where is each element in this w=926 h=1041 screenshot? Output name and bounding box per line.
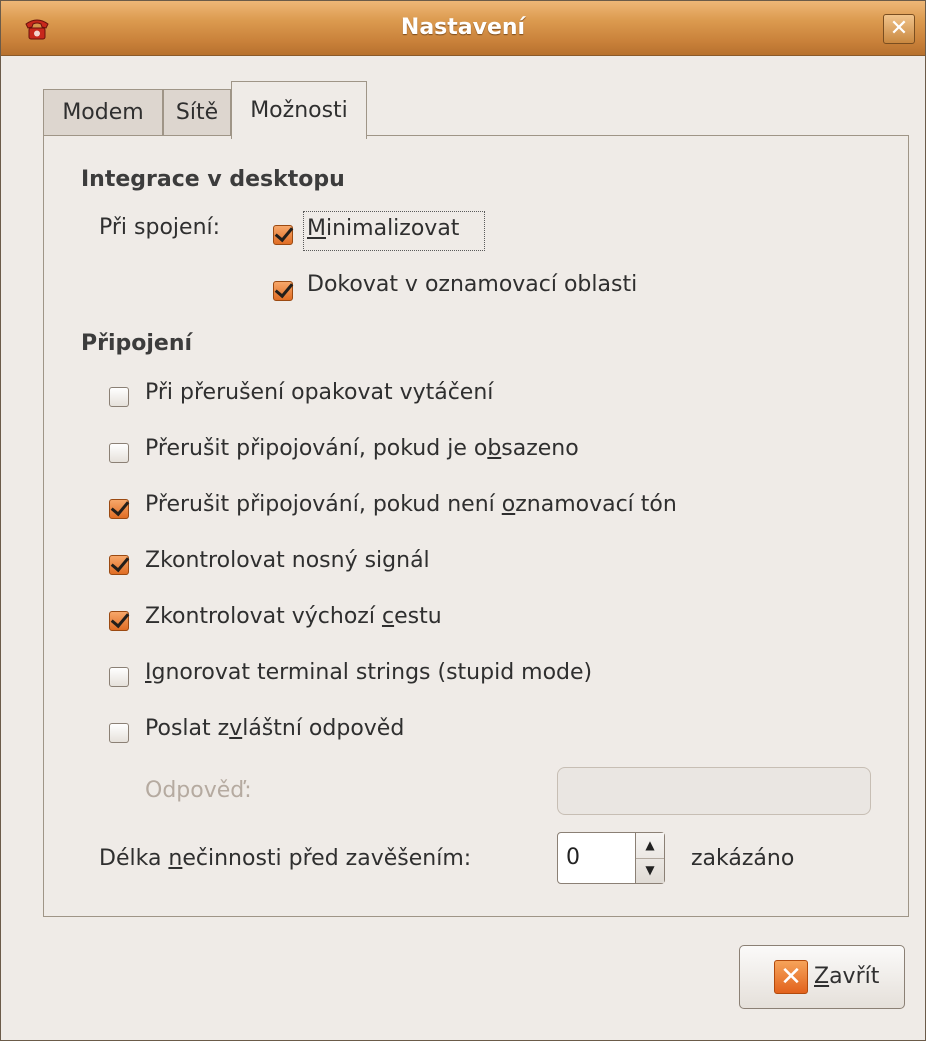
abort-busy-label[interactable]: Přerušit připojování, pokud je obsazeno [145, 436, 579, 461]
spin-down-arrow-icon[interactable]: ▼ [636, 858, 664, 883]
spinner-buttons: ▲ ▼ [635, 833, 664, 883]
spin-up-arrow-icon[interactable]: ▲ [636, 833, 664, 859]
desktop-integration-heading: Integrace v desktopu [81, 167, 345, 192]
on-connect-label: Při spojení: [99, 215, 221, 240]
dock-checkbox[interactable] [273, 281, 293, 301]
check-carrier-checkbox[interactable] [109, 555, 129, 575]
tab-moznosti[interactable]: Možnosti [231, 81, 367, 139]
close-button-label: Zavřít [814, 964, 880, 989]
window-close-button[interactable]: ✕ [883, 14, 915, 44]
minimize-label[interactable]: Minimalizovat [307, 216, 459, 241]
close-button[interactable]: ✕ Zavřít [739, 945, 905, 1009]
close-x-icon: ✕ [774, 960, 808, 994]
window-title: Nastavení [400, 15, 526, 40]
answer-input[interactable] [557, 767, 871, 815]
stupid-mode-checkbox[interactable] [109, 667, 129, 687]
abort-no-dialtone-label[interactable]: Přerušit připojování, pokud není oznamov… [145, 492, 677, 517]
special-answer-label[interactable]: Poslat zvláštní odpověd [145, 716, 404, 741]
idle-timeout-suffix: zakázáno [691, 846, 795, 871]
redial-label[interactable]: Při přerušení opakovat vytáčení [145, 380, 493, 405]
tab-site[interactable]: Sítě [163, 89, 231, 137]
answer-label: Odpověď: [145, 778, 252, 803]
settings-window: Nastavení ✕ Modem Sítě Možnosti Integrac… [0, 0, 926, 1041]
minimize-checkbox[interactable] [273, 225, 293, 245]
idle-timeout-label: Délka nečinnosti před zavěšením: [99, 846, 472, 871]
idle-timeout-spinner[interactable]: 0 ▲ ▼ [557, 832, 665, 884]
stupid-mode-label[interactable]: Ignorovat terminal strings (stupid mode) [145, 660, 592, 685]
check-default-route-checkbox[interactable] [109, 611, 129, 631]
title-bar[interactable]: Nastavení ✕ [1, 1, 925, 56]
tab-modem[interactable]: Modem [43, 89, 163, 137]
connection-heading: Připojení [81, 331, 193, 356]
abort-no-dialtone-checkbox[interactable] [109, 499, 129, 519]
redial-checkbox[interactable] [109, 387, 129, 407]
check-carrier-label[interactable]: Zkontrolovat nosný signál [145, 548, 430, 573]
abort-busy-checkbox[interactable] [109, 443, 129, 463]
special-answer-checkbox[interactable] [109, 723, 129, 743]
check-default-route-label[interactable]: Zkontrolovat výchozí cestu [145, 604, 442, 629]
dock-label[interactable]: Dokovat v oznamovací oblasti [307, 272, 637, 297]
idle-timeout-value[interactable]: 0 [566, 845, 580, 870]
